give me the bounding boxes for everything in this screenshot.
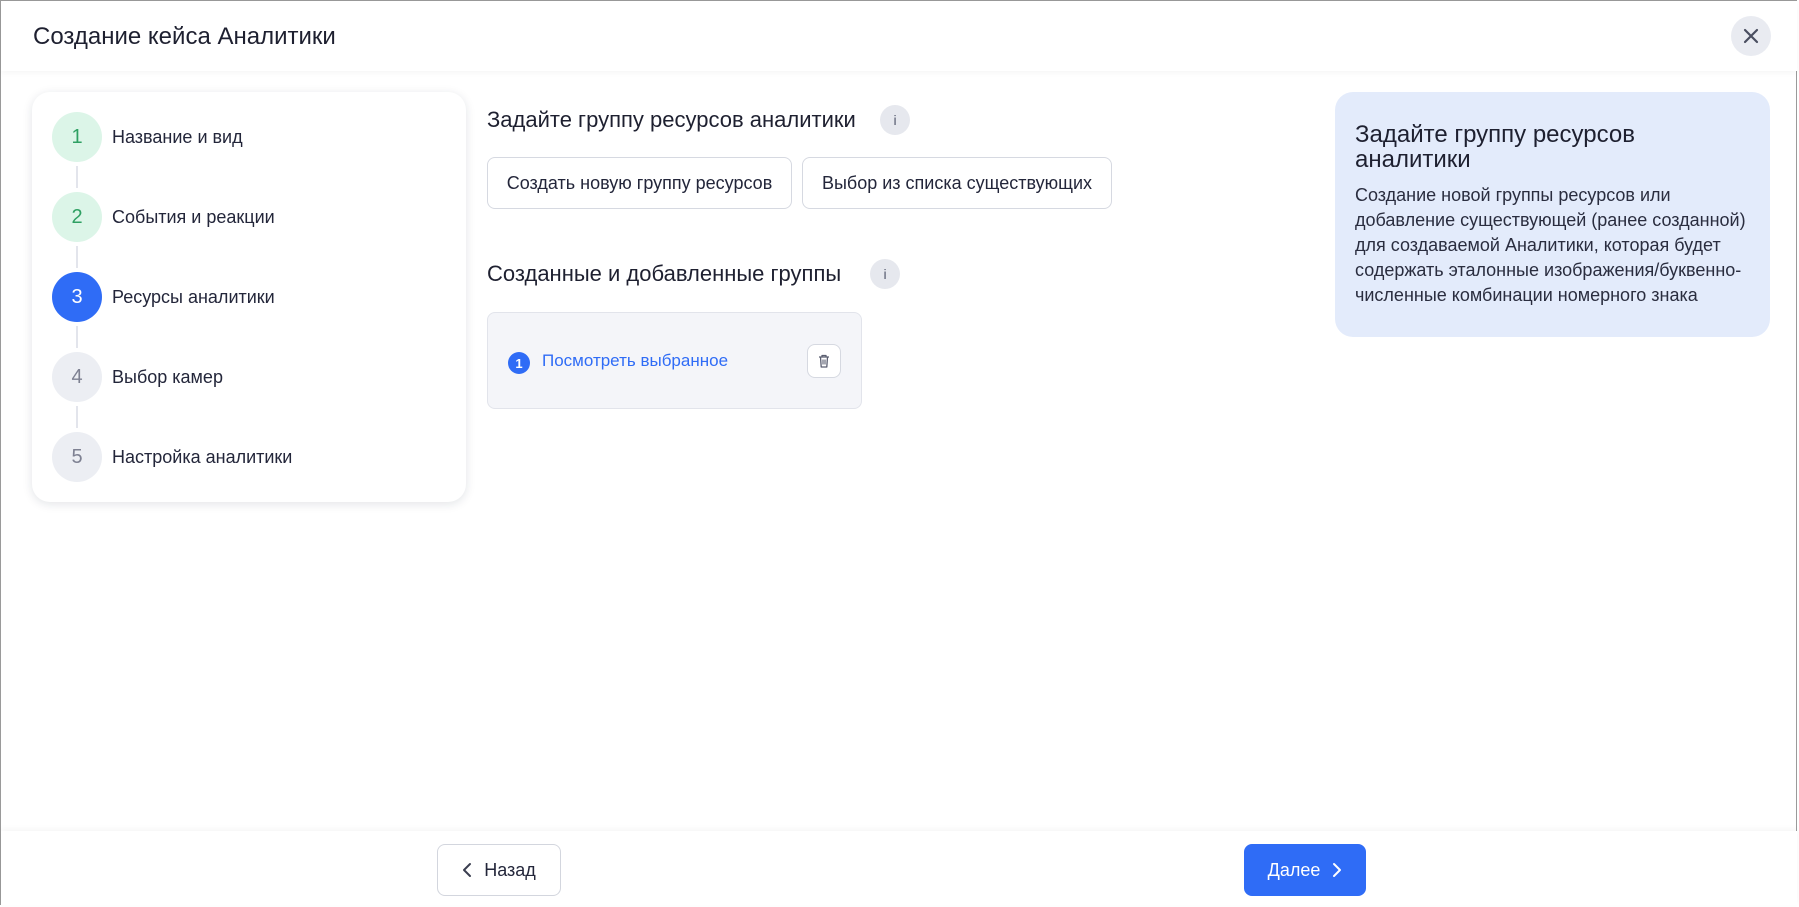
step-item-analytics-settings[interactable]: 5 Настройка аналитики xyxy=(52,432,452,482)
step-label: Настройка аналитики xyxy=(112,446,293,467)
step-number: 5 xyxy=(52,432,102,482)
created-groups-section-title: Созданные и добавленные группы xyxy=(487,261,842,286)
step-number: 4 xyxy=(52,352,102,402)
step-connector xyxy=(76,166,78,188)
step-number: 1 xyxy=(52,112,102,162)
step-item-analytics-resources[interactable]: 3 Ресурсы аналитики xyxy=(52,272,452,322)
chevron-left-icon xyxy=(463,863,472,877)
help-description: Создание новой группы ресурсов или добав… xyxy=(1355,185,1746,305)
create-resource-group-button[interactable]: Создать новую группу ресурсов xyxy=(487,157,792,209)
info-icon[interactable]: i xyxy=(870,259,900,289)
close-icon xyxy=(1743,28,1759,44)
help-title: Задайте группу ресурсов аналитики xyxy=(1355,121,1635,173)
step-label: Название и вид xyxy=(112,126,243,147)
resource-group-section-title: Задайте группу ресурсов аналитики xyxy=(487,107,856,132)
select-existing-group-button[interactable]: Выбор из списка существующих xyxy=(802,157,1112,209)
step-label: Выбор камер xyxy=(112,366,223,387)
delete-group-button[interactable] xyxy=(807,344,841,378)
next-button-label: Далее xyxy=(1267,859,1321,880)
next-button[interactable]: Далее xyxy=(1244,844,1366,896)
modal-footer: Назад Далее xyxy=(1,831,1797,905)
back-button-label: Назад xyxy=(484,859,536,880)
selected-group-card: 1 Посмотреть выбранное xyxy=(487,312,862,409)
back-button[interactable]: Назад xyxy=(437,844,561,896)
step-label: Ресурсы аналитики xyxy=(112,286,275,307)
step-item-events-and-reactions[interactable]: 2 События и реакции xyxy=(52,192,452,242)
page-title: Создание кейса Аналитики xyxy=(33,23,336,50)
step-connector xyxy=(76,406,78,428)
trash-icon xyxy=(819,354,829,368)
chevron-right-icon xyxy=(1333,863,1342,877)
close-button[interactable] xyxy=(1731,16,1771,56)
step-item-camera-selection[interactable]: 4 Выбор камер xyxy=(52,352,452,402)
steps-panel: 1 Название и вид 2 События и реакции 3 Р… xyxy=(32,92,466,502)
modal-header: Создание кейса Аналитики xyxy=(1,1,1797,71)
selected-count-badge: 1 xyxy=(508,352,530,374)
info-icon[interactable]: i xyxy=(880,105,910,135)
step-connector xyxy=(76,326,78,348)
step-label: События и реакции xyxy=(112,206,275,227)
step-item-name-and-type[interactable]: 1 Название и вид xyxy=(52,112,452,162)
step-number: 3 xyxy=(52,272,102,322)
step-connector xyxy=(76,246,78,268)
step-number: 2 xyxy=(52,192,102,242)
help-panel: Задайте группу ресурсов аналитики Создан… xyxy=(1335,92,1770,337)
view-selected-link[interactable]: Посмотреть выбранное xyxy=(542,351,728,371)
